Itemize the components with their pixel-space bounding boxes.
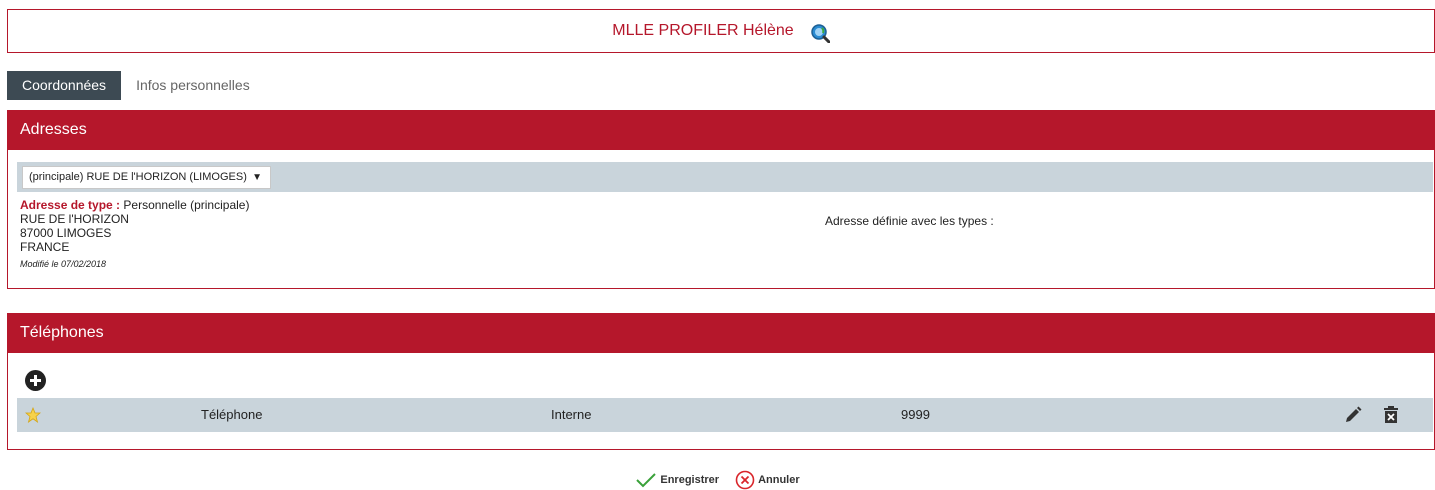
addresses-title: Adresses	[8, 110, 1434, 150]
save-label: Enregistrer	[660, 474, 720, 486]
form-actions: Enregistrer Annuler	[0, 470, 1435, 490]
phones-panel: Téléphones Téléphone Interne 9999	[7, 313, 1435, 450]
close-icon	[735, 470, 755, 490]
save-button[interactable]: Enregistrer	[635, 472, 719, 488]
tab-coordonnees[interactable]: Coordonnées	[7, 71, 122, 100]
address-modified-date: Modifié le 07/02/2018	[20, 259, 107, 269]
star-icon[interactable]	[24, 406, 42, 423]
tab-infos-personnelles[interactable]: Infos personnelles	[121, 71, 265, 100]
dropdown-arrow-icon: ▼	[252, 172, 262, 183]
table-row: Téléphone Interne 9999	[17, 398, 1433, 432]
address-type-value: Personnelle (principale)	[123, 198, 250, 212]
addresses-panel: Adresses (principale) RUE DE l'HORIZON (…	[7, 110, 1435, 289]
cancel-button[interactable]: Annuler	[735, 470, 800, 490]
search-profile-icon[interactable]	[810, 23, 831, 44]
phone-label: Téléphone	[201, 407, 263, 422]
phone-category: Interne	[551, 407, 592, 422]
profile-header: MLLE PROFILER Hélène	[7, 9, 1435, 53]
address-types-label: Adresse définie avec les types :	[825, 214, 994, 228]
address-details: Adresse de type : Personnelle (principal…	[20, 198, 249, 271]
address-select[interactable]: (principale) RUE DE l'HORIZON (LIMOGES) …	[22, 166, 271, 189]
address-type-label: Adresse de type :	[20, 198, 121, 212]
delete-icon[interactable]	[1383, 406, 1399, 424]
cancel-label: Annuler	[758, 474, 800, 486]
tab-bar: Coordonnées Infos personnelles	[7, 71, 265, 100]
address-line-2: 87000 LIMOGES	[20, 226, 112, 240]
address-line-3: FRANCE	[20, 240, 70, 254]
phone-number: 9999	[901, 407, 930, 422]
phones-title: Téléphones	[8, 313, 1434, 353]
checkmark-icon	[636, 473, 657, 488]
address-type: Adresse de type : Personnelle (principal…	[20, 198, 249, 212]
profile-name: MLLE PROFILER Hélène	[612, 22, 794, 39]
address-select-value: (principale) RUE DE l'HORIZON (LIMOGES)	[29, 171, 247, 183]
pencil-icon[interactable]	[1344, 406, 1362, 424]
address-line-1: RUE DE l'HORIZON	[20, 212, 129, 226]
add-phone-button[interactable]	[25, 370, 46, 391]
address-select-bar: (principale) RUE DE l'HORIZON (LIMOGES) …	[17, 162, 1433, 192]
